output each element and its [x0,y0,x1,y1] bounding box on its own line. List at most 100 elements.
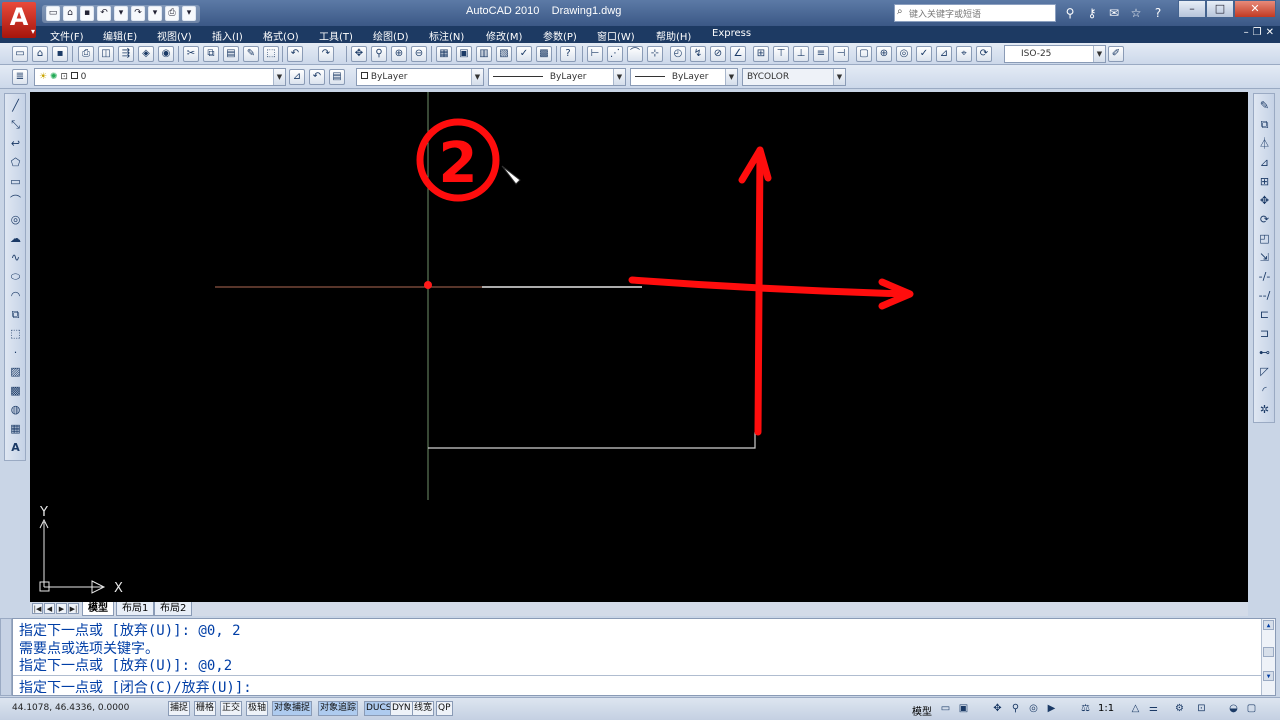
showmotion-icon[interactable]: ▶ [1044,701,1059,716]
menu-modify[interactable]: 修改(M) [486,28,522,43]
menu-view[interactable]: 视图(V) [157,28,192,43]
region-icon[interactable]: ◍ [8,402,23,417]
osnap-toggle[interactable]: 对象捕捉 [272,701,313,716]
layer-states-icon[interactable]: ▤ [329,69,345,85]
tab-layout2[interactable]: 布局2 [154,602,193,616]
point-icon[interactable]: · [8,345,23,360]
tab-layout1[interactable]: 布局1 [116,602,155,616]
application-menu-button[interactable]: A ▾ [2,2,36,38]
doc-close-button[interactable]: ✕ [1266,27,1274,38]
layer-select[interactable]: ☀ ✺ ⊡ 0 ▼ [34,68,286,86]
quickcalc-icon[interactable]: ▩ [536,46,552,62]
open-file-icon[interactable]: ⌂ [63,6,77,21]
clean-screen-icon[interactable]: ▢ [1244,701,1259,716]
insert-block-icon[interactable]: ⧉ [8,307,23,322]
menu-insert[interactable]: 插入(I) [212,28,243,43]
tolerance-icon[interactable]: ▢ [856,46,872,62]
dim-continue-icon[interactable]: ⊥ [793,46,809,62]
redo-icon[interactable]: ↷ [318,46,334,62]
dimension-style-icon[interactable]: ✐ [1108,46,1124,62]
linetype-control-select[interactable]: ByLayer ▼ [488,68,626,86]
doc-minimize-button[interactable]: – [1244,27,1249,38]
otrack-toggle[interactable]: 对象追踪 [318,701,359,716]
polygon-icon[interactable]: ⬠ [8,155,23,170]
dim-space-icon[interactable]: ≡ [813,46,829,62]
rotate-icon[interactable]: ⟳ [1257,212,1272,227]
trim-icon[interactable]: -/- [1257,269,1272,284]
make-block-icon[interactable]: ⬚ [8,326,23,341]
menu-help[interactable]: 帮助(H) [656,28,691,43]
menu-draw[interactable]: 绘图(D) [373,28,409,43]
qat-dropdown-icon[interactable]: ▾ [182,6,196,21]
gradient-icon[interactable]: ▩ [8,383,23,398]
steering-wheel-icon[interactable]: ◎ [1026,701,1041,716]
copy-object-icon[interactable]: ⧉ [1257,117,1272,132]
ellipse-arc-icon[interactable]: ◠ [8,288,23,303]
paste-icon[interactable]: ▤ [223,46,239,62]
rectangle-icon[interactable]: ▭ [8,174,23,189]
command-window[interactable]: 指定下一点或 [放弃(U)]: @0, 2 需要点或选项关键字。 指定下一点或 … [12,618,1276,696]
block-editor-icon[interactable]: ⬚ [263,46,279,62]
next-tab-icon[interactable]: ▶ [56,603,67,614]
open-icon[interactable]: ⌂ [32,46,48,62]
match-properties-icon[interactable]: ✎ [243,46,259,62]
3d-dwf-icon[interactable]: ◈ [138,46,154,62]
fillet-icon[interactable]: ◜ [1257,383,1272,398]
dimedit-icon[interactable]: ⊿ [936,46,952,62]
quick-dim-icon[interactable]: ⊞ [753,46,769,62]
jogged-linear-icon[interactable]: ✓ [916,46,932,62]
plotstyle-control-select[interactable]: BYCOLOR ▼ [742,68,846,86]
polyline-icon[interactable]: ↩ [8,136,23,151]
zoom-previous-icon[interactable]: ⊖ [411,46,427,62]
offset-icon[interactable]: ⊿ [1257,155,1272,170]
menu-edit[interactable]: 编辑(E) [103,28,137,43]
publish-icon[interactable]: ⇶ [118,46,134,62]
menu-dimension[interactable]: 标注(N) [429,28,464,43]
dim-arc-icon[interactable]: ⌒ [627,46,643,62]
make-current-layer-icon[interactable]: ⊿ [289,69,305,85]
join-icon[interactable]: ⊷ [1257,345,1272,360]
dyn-toggle[interactable]: DYN [390,701,413,716]
help-icon[interactable]: ? [560,46,576,62]
dimtedit-icon[interactable]: ⌖ [956,46,972,62]
plot-icon[interactable]: ⎙ [78,46,94,62]
tool-palettes-icon[interactable]: ▥ [476,46,492,62]
redo-dropdown-icon[interactable]: ▾ [148,6,162,21]
design-center-icon[interactable]: ▣ [456,46,472,62]
help-icon[interactable]: ? [1148,4,1168,22]
zoom-realtime-icon[interactable]: ⚲ [371,46,387,62]
dim-update-icon[interactable]: ⟳ [976,46,992,62]
annotation-visibility-icon[interactable]: △ [1128,701,1143,716]
quick-properties-toggle[interactable]: QP [436,701,453,716]
close-button[interactable]: ✕ [1234,0,1276,18]
undo-icon[interactable]: ↶ [287,46,303,62]
copy-icon[interactable]: ⧉ [203,46,219,62]
isolate-objects-icon[interactable]: ◒ [1226,701,1241,716]
pan-icon[interactable]: ✥ [351,46,367,62]
annotation-scale-value[interactable]: 1:1 [1098,703,1114,714]
stretch-icon[interactable]: ⇲ [1257,250,1272,265]
hatch-icon[interactable]: ▨ [8,364,23,379]
dim-radius-icon[interactable]: ◴ [670,46,686,62]
extend-icon[interactable]: --/ [1257,288,1272,303]
minimize-button[interactable]: – [1178,0,1206,18]
polar-toggle[interactable]: 极轴 [246,701,269,716]
dim-break-icon[interactable]: ⊣ [833,46,849,62]
first-tab-icon[interactable]: |◀ [32,603,43,614]
doc-restore-button[interactable]: ❐ [1253,27,1262,38]
ellipse-icon[interactable]: ⬭ [8,269,23,284]
menu-file[interactable]: 文件(F) [50,28,84,43]
table-icon[interactable]: ▦ [8,421,23,436]
cut-icon[interactable]: ✂ [183,46,199,62]
properties-icon[interactable]: ▦ [436,46,452,62]
inspection-icon[interactable]: ◎ [896,46,912,62]
command-input[interactable]: 指定下一点或 [闭合(C)/放弃(U)]: [13,675,1261,696]
dim-aligned-icon[interactable]: ⋰ [607,46,623,62]
scroll-up-icon[interactable]: ▲ [1263,620,1274,630]
revision-cloud-icon[interactable]: ☁ [8,231,23,246]
lineweight-control-select[interactable]: ByLayer ▼ [630,68,738,86]
layer-previous-icon[interactable]: ↶ [309,69,325,85]
quick-view-icon[interactable]: ▣ [956,701,971,716]
ortho-toggle[interactable]: 正交 [220,701,243,716]
previous-tab-icon[interactable]: ◀ [44,603,55,614]
